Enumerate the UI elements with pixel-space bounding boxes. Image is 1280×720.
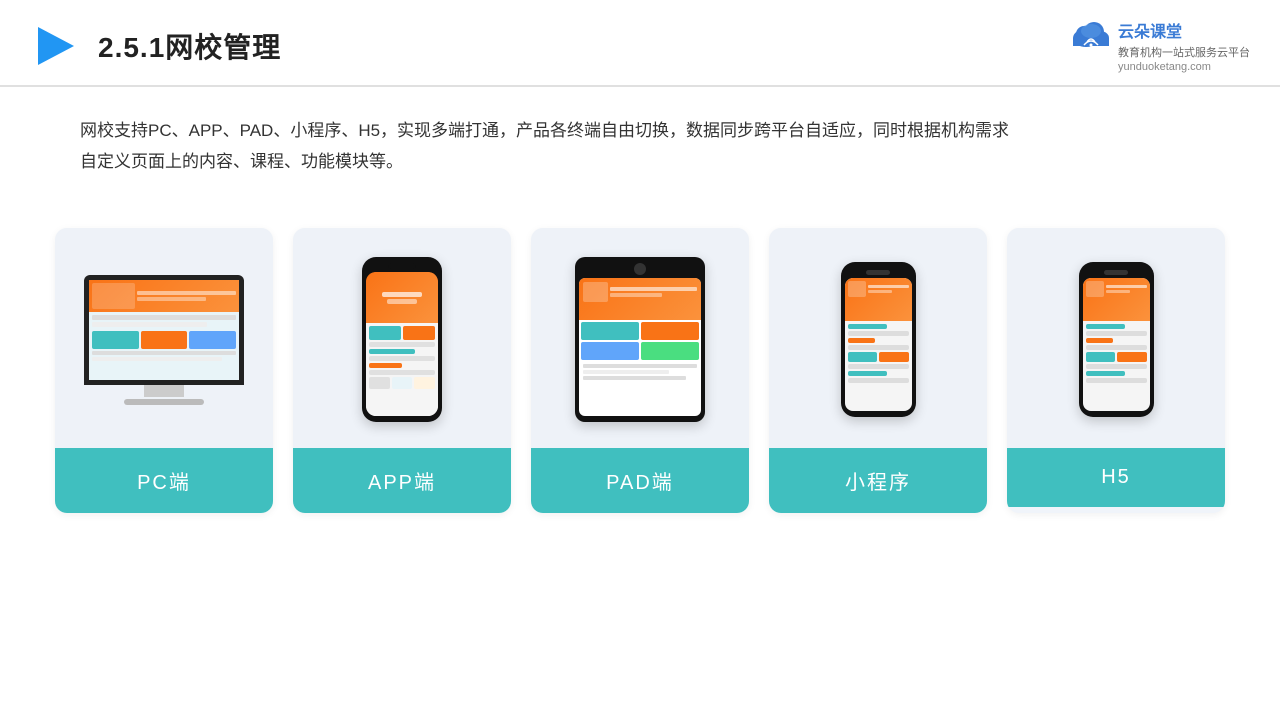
phone-line-5 [369,370,435,375]
pc-screen-outer [84,275,244,385]
card-pc-label: PC端 [55,448,273,513]
tablet-screen [579,278,701,416]
phone-sm-body [845,321,912,386]
header-left: 2.5.1网校管理 [30,21,281,71]
phone-screen-mid [366,323,438,417]
phone-sm-screen [845,278,912,411]
tablet-cell-1 [581,322,639,340]
phone-sm-line-3 [848,338,875,343]
phone-sm-line-2 [848,331,909,336]
pc-stand [144,385,184,397]
card-miniprogram-label: 小程序 [769,448,987,513]
card-h5-image [1007,228,1225,448]
card-miniprogram: 小程序 [769,228,987,513]
card-pc: PC端 [55,228,273,513]
brand-tagline: 教育机构一站式服务云平台 [1118,44,1250,60]
card-miniprogram-image [769,228,987,448]
tablet-cell-3 [581,342,639,360]
phone-sm-h5-line-4 [1086,345,1147,350]
card-pad: PAD端 [531,228,749,513]
cloud-icon [1070,18,1112,50]
phone-sm-h5-line-2 [1086,331,1147,336]
brand-name: 云朵课堂 [1118,18,1250,42]
card-app-image [293,228,511,448]
phone-sm-notch-h5 [1104,270,1128,275]
phone-mockup-mini [841,262,916,417]
card-pc-image [55,228,273,448]
tablet-top [579,278,701,319]
card-app: APP端 [293,228,511,513]
phone-mockup-app [362,257,442,422]
tablet-home-btn [634,263,646,275]
phone-line-3 [369,356,435,361]
brand-text: 云朵课堂 教育机构一站式服务云平台 yunduoketang.com [1118,18,1250,73]
card-app-label: APP端 [293,448,511,513]
phone-screen-top [366,272,438,322]
card-h5-label: H5 [1007,448,1225,507]
pc-base [124,399,204,405]
phone-sm-h5-line-3 [1086,338,1113,343]
phone-screen [366,272,438,416]
phone-sm-h5-line-7 [1086,378,1147,383]
phone-sm-top-h5 [1083,278,1150,321]
phone-sm-body-h5 [1083,321,1150,386]
phone-sm-h5-line-6 [1086,371,1126,376]
tablet-mockup [575,257,705,422]
card-pad-image [531,228,749,448]
phone-sm-screen-h5 [1083,278,1150,411]
phone-line-4 [369,363,402,368]
phone-line-1 [369,342,435,347]
tablet-cell-2 [641,322,699,340]
phone-sm-line-1 [848,324,888,329]
phone-sm-h5-line-5 [1086,364,1147,369]
phone-sm-line-5 [848,364,909,369]
brand-url: yunduoketang.com [1118,61,1250,73]
header: 2.5.1网校管理 云朵课堂 教育机构一站式服务云平台 yundu [0,0,1280,87]
phone-sm-line-4 [848,345,909,350]
description-text: 网校支持PC、APP、PAD、小程序、H5，实现多端打通，产品各终端自由切换，数… [0,87,1100,188]
page-title: 2.5.1网校管理 [98,26,281,66]
cards-container: PC端 [0,198,1280,513]
tablet-cell-4 [641,342,699,360]
pc-screen-content [89,280,239,380]
card-pad-label: PAD端 [531,448,749,513]
card-h5: H5 [1007,228,1225,513]
phone-sm-top [845,278,912,321]
phone-sm-h5-line-1 [1086,324,1126,329]
phone-sm-line-6 [848,371,888,376]
pc-mockup [84,275,244,405]
logo-arrow-icon [30,21,80,71]
brand-logo-row: 云朵课堂 教育机构一站式服务云平台 yunduoketang.com [1070,18,1250,73]
phone-sm-notch [866,270,890,275]
phone-sm-line-7 [848,378,909,383]
phone-notch [388,263,416,269]
brand-area: 云朵课堂 教育机构一站式服务云平台 yunduoketang.com [1070,18,1250,73]
phone-mockup-h5 [1079,262,1154,417]
tablet-grid [579,320,701,362]
phone-line-2 [369,349,415,354]
